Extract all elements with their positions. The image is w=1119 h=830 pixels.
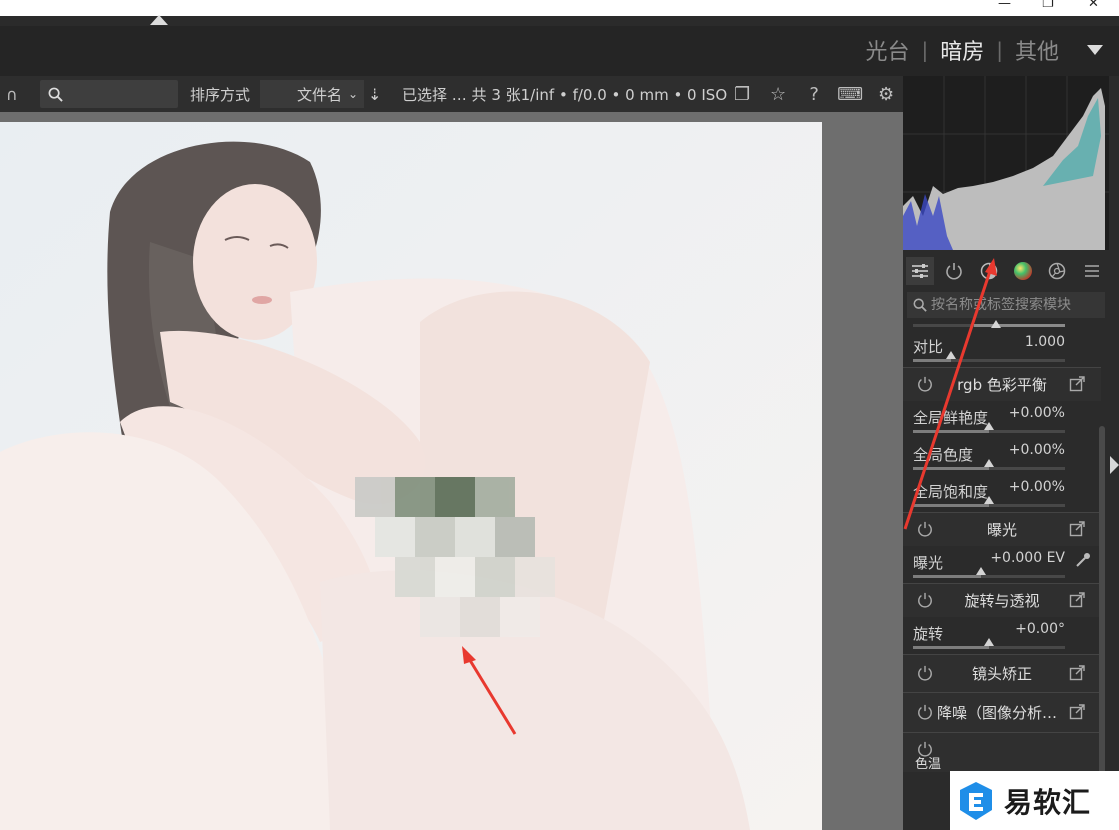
rotate-slider[interactable]: 旋转 +0.00° <box>903 617 1101 654</box>
exposure-knob[interactable] <box>976 567 987 575</box>
module-denoise-header[interactable]: 降噪（图像分析… <box>903 692 1101 732</box>
global-chroma-value: +0.00% <box>1008 442 1065 458</box>
top-panel-collapse-icon[interactable] <box>150 15 168 25</box>
sort-label: 排序方式 <box>190 85 251 104</box>
tab-correct[interactable] <box>1043 257 1071 285</box>
search-input[interactable] <box>69 86 169 102</box>
power-icon[interactable] <box>917 741 933 761</box>
views-dropdown-icon[interactable] <box>1087 45 1103 55</box>
right-panel-expand-icon[interactable] <box>1110 456 1119 474</box>
power-icon[interactable] <box>917 592 933 612</box>
rotate-track <box>913 638 1065 649</box>
view-lighttable[interactable]: 光台 <box>853 34 921 66</box>
tab-color[interactable] <box>1009 257 1037 285</box>
presets-icon[interactable] <box>1069 521 1085 541</box>
exposure-slider[interactable]: 曝光 +0.000 EV <box>903 546 1101 583</box>
exposure-track <box>913 567 1065 578</box>
module-scrollbar[interactable] <box>1099 426 1105 830</box>
header-bar: 光台 | 暗房 | 其他 <box>0 26 1119 76</box>
view-other[interactable]: 其他 <box>1003 34 1071 66</box>
window-titlebar: — ❐ ✕ <box>0 0 1119 16</box>
photo-illustration <box>0 122 822 830</box>
global-saturation-value: +0.00% <box>1008 479 1065 495</box>
presets-icon[interactable] <box>1069 592 1085 612</box>
hamburger-icon <box>1084 265 1099 277</box>
presets-icon[interactable] <box>1069 665 1085 685</box>
color-wheel-icon <box>1014 262 1033 280</box>
view-separator: | <box>996 38 1003 62</box>
sort-order-icon[interactable]: ⇣ <box>368 85 390 104</box>
keyboard-icon[interactable]: ⌨ <box>837 84 863 105</box>
watermark-text: 易软汇 <box>1004 785 1092 819</box>
rotate-value: +0.00° <box>1015 621 1065 637</box>
tab-menu[interactable] <box>1078 257 1106 285</box>
exposure-value: +0.000 EV <box>990 550 1065 566</box>
view-separator: | <box>921 38 929 62</box>
restore-button[interactable]: ❐ <box>1042 0 1054 11</box>
power-icon[interactable] <box>917 704 933 724</box>
right-panel: 对比 1.000 rgb 色彩平衡 全局鲜艳度 +0.00% 全局色度 +0.0… <box>903 76 1119 830</box>
center-view <box>0 112 903 830</box>
exposure-fill <box>913 575 982 578</box>
color-picker-icon[interactable] <box>1075 552 1091 572</box>
aperture-icon <box>1049 262 1066 280</box>
module-temp-header[interactable]: 色温 <box>903 732 1101 772</box>
edited-photo[interactable] <box>0 122 822 830</box>
annotation-arrow <box>903 258 997 530</box>
arc-icon[interactable]: ∩ <box>6 85 28 104</box>
view-switcher: 光台 | 暗房 | 其他 <box>853 34 1103 66</box>
module-rotate-header[interactable]: 旋转与透视 <box>903 583 1101 617</box>
logo-icon <box>960 781 992 820</box>
close-button[interactable]: ✕ <box>1088 0 1099 11</box>
minimize-button[interactable]: — <box>998 0 1011 11</box>
module-lens-header[interactable]: 镜头矫正 <box>903 654 1101 692</box>
filmstrip-toolbar: ∩ 排序方式 文件名 ⌄ ⇣ 已选择 … 共 3 张1/inf • f/0.0 … <box>0 76 903 112</box>
presets-icon[interactable] <box>1069 704 1085 724</box>
sort-value: 文件名 <box>296 85 342 104</box>
image-info-text: 已选择 … 共 3 张1/inf • f/0.0 • 0 mm • 0 ISO <box>402 85 728 104</box>
search-icon <box>48 87 63 102</box>
search-box[interactable] <box>40 80 178 108</box>
view-darkroom[interactable]: 暗房 <box>928 34 996 66</box>
histogram-graph <box>903 76 1109 250</box>
rotate-label: 旋转 <box>913 625 944 643</box>
sort-select[interactable]: 文件名 ⌄ <box>260 80 365 108</box>
help-icon[interactable]: ? <box>801 84 827 105</box>
gear-icon[interactable]: ⚙ <box>873 84 899 105</box>
histogram[interactable] <box>903 76 1109 250</box>
contrast-value: 1.000 <box>1024 334 1065 350</box>
chevron-down-icon: ⌄ <box>347 87 359 101</box>
grouping-icon[interactable]: ❐ <box>729 84 755 105</box>
exposure-label: 曝光 <box>913 554 944 572</box>
power-icon[interactable] <box>917 665 933 685</box>
watermark-logo: 易软汇 <box>950 771 1119 830</box>
rotate-fill <box>913 646 989 649</box>
global-vibrance-value: +0.00% <box>1008 405 1065 421</box>
rotate-knob[interactable] <box>984 638 994 646</box>
presets-icon[interactable] <box>1069 376 1085 396</box>
star-icon[interactable]: ☆ <box>765 84 791 105</box>
